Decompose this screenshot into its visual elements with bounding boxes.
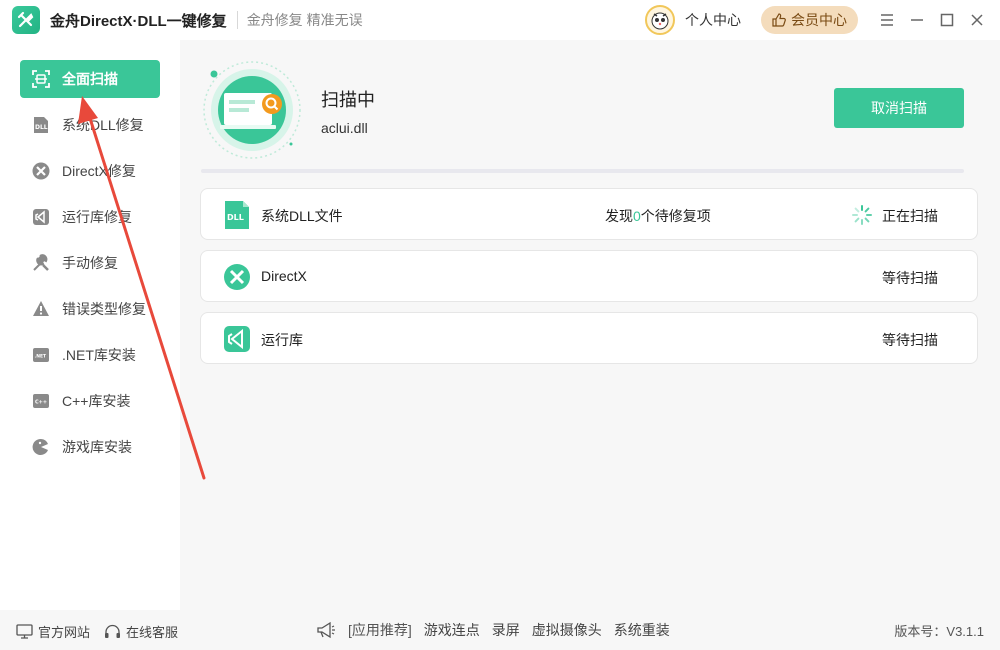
monitor-icon [16, 624, 33, 639]
scan-illustration [202, 60, 302, 160]
online-service-label: 在线客服 [126, 625, 179, 640]
app-logo [12, 6, 40, 34]
dll-file-icon: DLL [32, 116, 50, 134]
user-avatar[interactable] [645, 5, 675, 35]
sidebar-item-label: 错误类型修复 [62, 301, 146, 317]
menu-icon[interactable] [872, 5, 902, 35]
sidebar-item-label: DirectX修复 [62, 163, 136, 179]
found-prefix: 发现 [605, 208, 633, 224]
headset-icon [105, 624, 120, 638]
dotnet-icon: .NET [32, 346, 50, 364]
result-name: 运行库 [261, 332, 303, 348]
result-state: 等待扫描 [882, 332, 938, 348]
wrench-icon [32, 254, 50, 272]
dll-file-icon: DLL [223, 200, 251, 230]
recommend-screen-recorder[interactable]: 录屏 [492, 620, 520, 640]
title-divider [236, 11, 238, 29]
close-icon[interactable] [962, 5, 992, 35]
current-file: aclui.dll [321, 120, 368, 136]
warning-icon [32, 300, 50, 318]
app-recommendations: [应用推荐] 游戏连点 录屏 虚拟摄像头 系统重装 [316, 610, 670, 650]
found-count-text: 发现0个待修复项 [605, 206, 711, 226]
personal-center-link[interactable]: 个人中心 [685, 10, 741, 30]
svg-text:C++: C++ [35, 400, 47, 406]
cpp-icon: C++ [32, 392, 50, 410]
sidebar-item-label: 系统DLL修复 [62, 117, 144, 133]
sidebar-item-label: 游戏库安装 [62, 439, 132, 455]
scan-progress-bar [201, 169, 964, 173]
sidebar-item-label: C++库安装 [62, 393, 131, 409]
sidebar-item-label: 运行库修复 [62, 209, 132, 225]
vip-center-label: 会员中心 [791, 12, 847, 28]
maximize-icon[interactable] [932, 5, 962, 35]
sidebar: 全面扫描 DLL 系统DLL修复 DirectX修复 运行库修复 手动修复 错误… [0, 40, 180, 610]
game-icon [32, 438, 50, 456]
found-suffix: 个待修复项 [640, 208, 711, 224]
runtime-icon [223, 324, 251, 354]
result-row-runtime: 运行库 等待扫描 [200, 312, 978, 364]
main-panel: 扫描中 aclui.dll 取消扫描 DLL 系统DLL文件 发现0个待修复项 … [180, 40, 1000, 610]
thumbs-up-icon [772, 13, 786, 27]
sidebar-item-error-type-repair[interactable]: 错误类型修复 [20, 290, 160, 328]
result-name: 系统DLL文件 [261, 208, 343, 224]
svg-text:DLL: DLL [227, 213, 244, 222]
result-state: 等待扫描 [882, 270, 938, 286]
result-name: DirectX [261, 268, 307, 284]
cancel-scan-button[interactable]: 取消扫描 [834, 88, 964, 128]
recommend-label: [应用推荐] [348, 622, 412, 638]
sidebar-item-label: .NET库安装 [62, 347, 136, 363]
sidebar-item-label: 全面扫描 [62, 71, 118, 87]
recommend-game-clicker[interactable]: 游戏连点 [424, 620, 480, 640]
title-bar: 金舟DirectX·DLL一键修复 金舟修复 精准无误 个人中心 会员中心 [0, 0, 1000, 40]
sidebar-item-full-scan[interactable]: 全面扫描 [20, 60, 160, 98]
result-row-system-dll: DLL 系统DLL文件 发现0个待修复项 正在扫描 [200, 188, 978, 240]
svg-text:.NET: .NET [35, 354, 48, 360]
megaphone-icon [317, 621, 335, 639]
found-count: 0 [633, 208, 641, 224]
sidebar-item-dotnet-install[interactable]: .NET .NET库安装 [20, 336, 160, 374]
sidebar-item-runtime-repair[interactable]: 运行库修复 [20, 198, 160, 236]
footer-bar: 官方网站 在线客服 [应用推荐] 游戏连点 录屏 虚拟摄像头 系统重装 版本号：… [0, 610, 1000, 650]
vip-center-button[interactable]: 会员中心 [761, 6, 858, 34]
version-label: 版本号：V3.1.1 [894, 623, 984, 639]
directx-icon [223, 262, 251, 292]
recommend-system-reinstall[interactable]: 系统重装 [614, 620, 670, 640]
sidebar-item-dll-repair[interactable]: DLL 系统DLL修复 [20, 106, 160, 144]
loading-spinner-icon [851, 204, 873, 226]
app-title: 金舟DirectX·DLL一键修复 [50, 12, 227, 30]
scan-icon [32, 70, 50, 88]
scan-status: 扫描中 [321, 90, 375, 110]
minimize-icon[interactable] [902, 5, 932, 35]
official-site-link[interactable]: 官方网站 [16, 622, 90, 641]
svg-text:DLL: DLL [35, 124, 48, 131]
app-slogan: 金舟修复 精准无误 [246, 12, 363, 28]
result-state: 正在扫描 [882, 208, 938, 224]
sidebar-item-game-lib-install[interactable]: 游戏库安装 [20, 428, 160, 466]
directx-icon [32, 162, 50, 180]
sidebar-item-directx-repair[interactable]: DirectX修复 [20, 152, 160, 190]
sidebar-item-manual-repair[interactable]: 手动修复 [20, 244, 160, 282]
sidebar-item-cpp-install[interactable]: C++ C++库安装 [20, 382, 160, 420]
recommend-virtual-camera[interactable]: 虚拟摄像头 [532, 620, 602, 640]
sidebar-item-label: 手动修复 [62, 255, 118, 271]
official-site-label: 官方网站 [38, 625, 91, 640]
runtime-icon [32, 208, 50, 226]
online-service-link[interactable]: 在线客服 [104, 622, 178, 641]
result-row-directx: DirectX 等待扫描 [200, 250, 978, 302]
